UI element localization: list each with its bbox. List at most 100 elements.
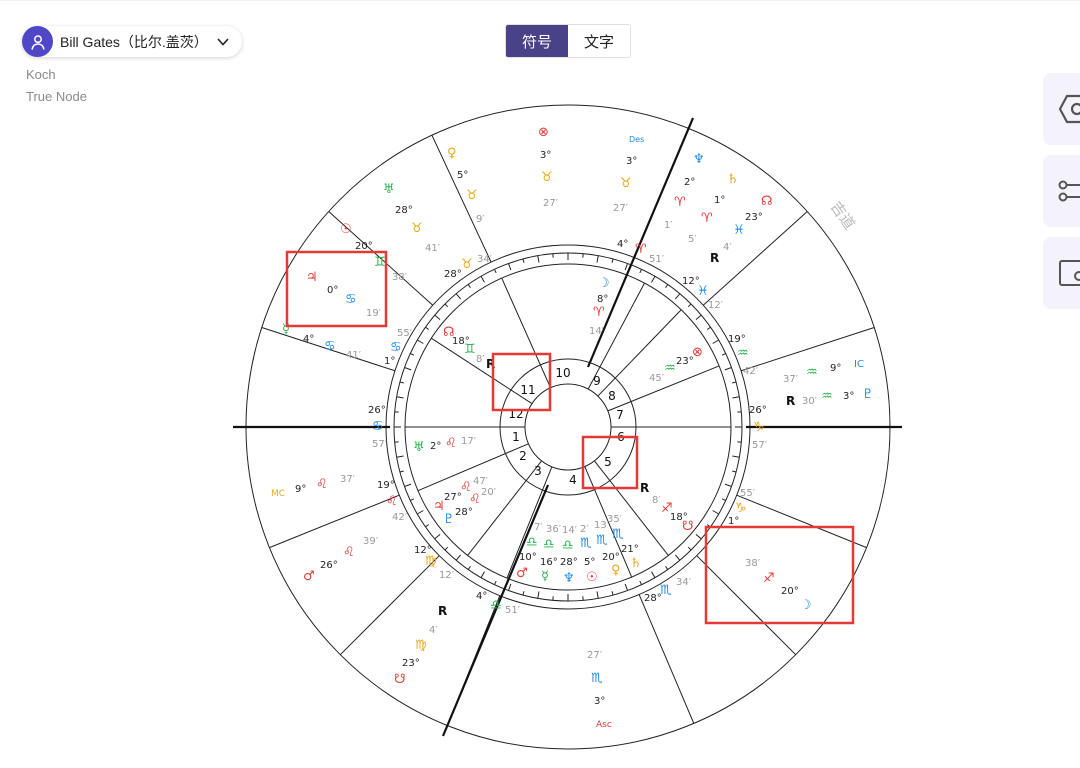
cusp-degree: 4° [476, 591, 487, 602]
outer-cusp-line [702, 211, 808, 306]
cusp-label: 34′ ♏ 28° [644, 577, 692, 604]
jupiter-icon: ♃ [433, 499, 445, 514]
degree-tick [444, 546, 449, 551]
degree-tick [399, 470, 404, 473]
uranus-icon: ♅ [383, 182, 395, 197]
inner-cusp-labels: 4° ♈ 51′ 12° ♓ 12′ 19° ♒ 42′ 26° ♑ 57′ 5… [368, 239, 768, 616]
sagittarius-icon: ♐ [661, 501, 673, 516]
house-number-ring-inner [524, 383, 612, 471]
cusp-label: 26° ♑ 57′ [749, 405, 768, 451]
transit-asc: 27′ ♏ 3° Asc [587, 650, 612, 730]
planet-north-node: ☊ 18° ♊ 8′ R [443, 325, 495, 371]
planet-degree: 2° [430, 441, 441, 452]
cusp-minutes: 57′ [752, 440, 768, 451]
degree-tick [624, 583, 628, 591]
house-number-ring-outer [499, 358, 637, 496]
degree-tick [665, 565, 669, 570]
taurus-icon: ♉ [620, 176, 632, 191]
zodiac-ring-inner [404, 263, 732, 591]
aries-icon: ♈ [593, 305, 605, 320]
symbols-toggle-button[interactable]: 符号 [506, 25, 568, 57]
degree-tick [732, 455, 740, 458]
cusp-degree: 19° [728, 334, 746, 345]
mercury-icon: ☿ [282, 322, 290, 337]
planet-degree: 1° [714, 195, 725, 206]
degree-tick [467, 284, 471, 289]
ic-label: IC [854, 359, 864, 370]
house-number: 7 [616, 408, 624, 422]
planet-minutes: 30′ [802, 396, 818, 407]
planet-minutes: 20′ [481, 487, 497, 498]
degree-ticks [394, 253, 742, 601]
planet-degree: 3° [594, 696, 605, 707]
cusp-minutes: 42′ [392, 512, 408, 523]
outer-cusp-line [339, 555, 440, 656]
planet-minutes: 41′ [425, 243, 441, 254]
text-toggle-button[interactable]: 文字 [568, 25, 630, 57]
planet-minutes: 37′ [783, 374, 799, 385]
planet-jupiter-lilith-pluto: 47′ ♌ 27° ♃ 20′ ♌ 28° ♇ [433, 476, 497, 527]
planet-degree: 28° [455, 507, 473, 518]
cusp-label: 26° ♋ 57′ [368, 405, 388, 450]
user-selector[interactable]: Bill Gates（比尔.盖茨） [22, 26, 242, 57]
outer-cusp-line [696, 555, 797, 656]
highlight-box-house-5 [581, 435, 639, 490]
transit-north-node: ☊ 23° ♓ 4′ R [710, 194, 773, 265]
cusp-minutes: 57′ [372, 439, 388, 450]
side-tool-button-3[interactable] [1043, 237, 1080, 309]
cusp-minutes: 51′ [649, 254, 665, 265]
cusp-degree: 12° [414, 545, 432, 556]
highlight-box-transit-moon [704, 525, 855, 625]
zodiac-ring-outer [385, 244, 751, 610]
outer-cusp-line [740, 327, 875, 372]
degree-tick [508, 263, 512, 271]
retrograde-mark: R [786, 394, 795, 408]
planet-minutes: 45′ [649, 373, 665, 384]
planet-degree: 8° [597, 294, 608, 305]
highlight-boxes [285, 250, 855, 625]
house-number: 4 [569, 473, 577, 487]
outer-planets: ⊗ 3° ♉ 27′ ♀ 5° ♉ 9′ ♅ 28° ♉ 41′ ☉ 20° ♊… [271, 125, 874, 730]
side-tool-button-2[interactable] [1043, 155, 1080, 227]
house-number: 10 [555, 366, 570, 380]
leo-icon: ♌ [445, 436, 457, 451]
planet-minutes: 37′ [340, 474, 356, 485]
degree-tick [732, 396, 740, 399]
cusp-degree: 1° [384, 356, 395, 367]
transit-jupiter: ♃ 0° ♋ 19′ [306, 270, 382, 319]
taurus-icon: ♉ [461, 257, 473, 272]
mc-label: MC [271, 489, 285, 499]
transit-part-of-fortune: ⊗ 3° ♉ 27′ [538, 125, 559, 209]
pluto-icon: ♇ [862, 387, 874, 402]
cusp-minutes: 42′ [743, 366, 759, 377]
aries-icon: ♈ [701, 211, 713, 226]
cusp-minutes: 34′ [477, 254, 493, 265]
retrograde-mark: R [710, 251, 719, 265]
aquarius-icon: ♒ [821, 389, 833, 404]
degree-tick [455, 554, 462, 561]
side-tool-button-1[interactable] [1043, 73, 1080, 145]
pisces-icon: ♓ [733, 223, 745, 238]
cusp-degree: 26° [749, 405, 767, 416]
watermark-text: 吉道 [827, 198, 859, 233]
cusp-degree: 12° [682, 276, 700, 287]
planet-minutes: 39′ [363, 536, 379, 547]
taurus-icon: ♉ [411, 221, 423, 236]
aquarius-icon: ♒ [737, 346, 749, 361]
angle-axes [233, 117, 902, 737]
capricorn-icon: ♑ [735, 501, 747, 516]
outer-cusp-line [261, 327, 396, 372]
user-icon [22, 26, 53, 57]
planet-south-node: R 8′ ♐ 18° ☋ [640, 481, 694, 534]
degree-tick [665, 284, 669, 289]
planet-part-of-fortune: ⊗ 23° ♒ 45′ [649, 345, 703, 384]
astrology-chart-wheel: 1 2 3 4 5 6 7 8 9 10 11 12 吉道 4° ♈ 51′ 1… [233, 104, 902, 750]
house-number: 12 [508, 407, 523, 421]
house-number: 3 [534, 464, 542, 478]
degree-tick [706, 326, 711, 330]
hexagon-settings-icon [1058, 94, 1080, 124]
outer-cusp-line [328, 211, 434, 306]
inner-house-cusps [405, 277, 731, 579]
house-number: 2 [519, 449, 527, 463]
degree-tick [467, 565, 471, 570]
